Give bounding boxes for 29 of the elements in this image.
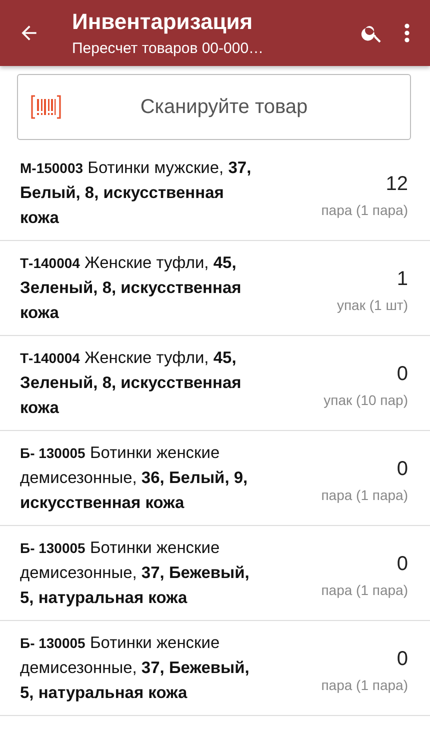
unit-label: пара (1 пара) — [321, 486, 408, 502]
more-vertical-icon — [404, 22, 410, 44]
quantity: 0 — [396, 552, 408, 576]
quantity: 12 — [386, 172, 408, 196]
unit-label: упак (10 пар) — [324, 392, 408, 408]
screen-subtitle: Пересчет товаров 00-000… — [72, 40, 265, 57]
product-row[interactable]: Т-140004 Женские туфли, 45, Зеленый, 8, искусственная кожа 0 упак (10 пар) — [0, 336, 430, 431]
product-row[interactable]: М-150003 Ботинки мужские, 37, Белый, 8, искусственная кожа 12 пара (1 пара) — [0, 146, 430, 241]
quantity: 1 — [396, 268, 408, 290]
product-row[interactable]: Б- 130005 Ботинки женские демисезонные, 37, Бежевый, 5, натуральная кожа 0 пара (1 пара) — [0, 621, 430, 716]
quantity: 0 — [396, 458, 408, 480]
product-row[interactable]: Т-140004 Женские туфли, 45, Зеленый, 8, искусственная кожа 1 упак (1 шт) — [0, 241, 430, 336]
unit-label: пара (1 пара) — [321, 676, 408, 692]
product-description: Т-140004 Женские туфли, 45, Зеленый, 8, искусственная кожа — [20, 348, 242, 418]
unit-label: упак (1 шт) — [336, 296, 408, 312]
quantity: 0 — [396, 362, 408, 386]
unit-label: пара (1 пара) — [321, 202, 408, 218]
unit-label: пара (1 пара) — [321, 582, 408, 598]
product-row[interactable]: Б- 130005 Ботинки женские демисезонные, 37, Бежевый, 5, натуральная кожа 0 пара (1 пара) — [0, 526, 430, 621]
product-description: Т-140004 Женские туфли, 45, Зеленый, 8, искусственная кожа — [20, 252, 242, 324]
scan-field[interactable]: Сканируйте товар — [17, 74, 411, 140]
screen-title: Инвентаризация — [72, 9, 254, 35]
product-description: Б- 130005 Ботинки женские демисезонные, 37, Бежевый, 5, натуральная кожа — [20, 632, 250, 704]
product-description: Б- 130005 Ботинки женские демисезонные, 36, Белый, 9, искусственная кожа — [20, 442, 249, 514]
quantity: 0 — [396, 648, 408, 670]
product-description: М-150003 Ботинки мужские, 37, Белый, 8, искусственная кожа — [20, 158, 252, 228]
product-row[interactable]: Б- 130005 Ботинки женские демисезонные, 36, Белый, 9, искусственная кожа 0 пара (1 пара) — [0, 431, 430, 526]
product-description: Б- 130005 Ботинки женские демисезонные, 37, Бежевый, 5, натуральная кожа — [20, 538, 250, 608]
barcode-icon — [31, 95, 61, 119]
